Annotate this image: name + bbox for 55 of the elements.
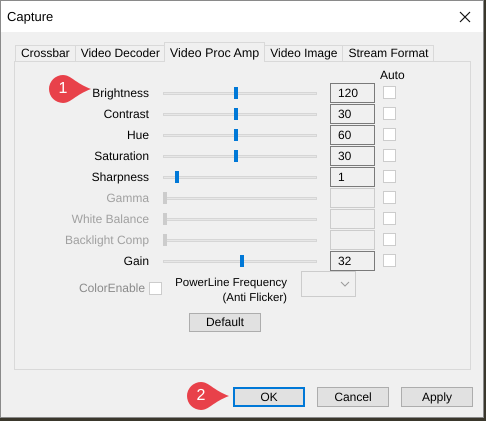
slider[interactable] (163, 108, 317, 120)
tab[interactable]: Video Proc Amp (164, 42, 266, 62)
slider-thumb[interactable] (234, 108, 238, 120)
value-field[interactable] (330, 208, 375, 228)
value-field[interactable] (330, 230, 375, 250)
chevron-down-icon (340, 281, 350, 287)
slider[interactable] (163, 192, 317, 204)
slider-thumb[interactable] (234, 128, 238, 140)
auto-checkbox[interactable] (383, 149, 396, 162)
dialog-button[interactable]: OK (233, 387, 305, 407)
property-label: White Balance (72, 210, 149, 228)
tab[interactable]: Video Image (264, 45, 344, 62)
slider[interactable] (163, 254, 317, 266)
slider[interactable] (163, 128, 317, 140)
value-field[interactable]: 30 (330, 146, 375, 166)
field-label: PowerLine Frequency (Anti Flicker) (174, 276, 287, 306)
property-label: Contrast (104, 106, 149, 122)
value-field[interactable]: 30 (330, 104, 375, 124)
slider-thumb[interactable] (234, 86, 238, 98)
slider[interactable] (163, 212, 317, 224)
callout-badge: 2 (187, 382, 229, 410)
value-field[interactable]: 32 (330, 250, 375, 270)
auto-checkbox[interactable] (383, 107, 396, 120)
slider[interactable] (163, 234, 317, 246)
window-title: Capture (7, 8, 54, 26)
auto-checkbox[interactable] (383, 254, 396, 267)
value-field[interactable] (330, 188, 375, 208)
callout-badge: 1 (49, 75, 91, 103)
property-label: Sharpness (92, 168, 149, 186)
slider[interactable] (163, 170, 317, 182)
column-header: Auto (380, 67, 405, 82)
auto-checkbox[interactable] (383, 86, 396, 99)
property-label: Gain (124, 252, 149, 270)
dialog-button[interactable]: Cancel (317, 387, 389, 407)
slider-thumb[interactable] (240, 254, 244, 266)
tab[interactable]: Stream Format (342, 45, 434, 62)
value-field[interactable]: 120 (330, 82, 375, 102)
slider[interactable] (163, 150, 317, 162)
slider-thumb[interactable] (175, 170, 179, 182)
tab[interactable]: Crossbar (15, 45, 76, 62)
close-icon[interactable] (459, 10, 471, 22)
checkbox-label: ColorEnable (78, 280, 145, 297)
property-label: Backlight Comp (64, 232, 149, 248)
property-label: Saturation (94, 148, 149, 164)
auto-checkbox[interactable] (383, 128, 396, 141)
default-button[interactable]: Default (189, 313, 261, 332)
dialog-button[interactable]: Apply (401, 387, 473, 407)
auto-checkbox[interactable] (383, 170, 396, 183)
slider-thumb[interactable] (234, 150, 238, 162)
value-field[interactable]: 60 (330, 124, 375, 144)
property-label: Brightness (92, 84, 149, 102)
property-label: Gamma (106, 190, 149, 206)
property-label: Hue (126, 126, 149, 144)
value-field[interactable]: 1 (330, 166, 375, 186)
slider[interactable] (163, 86, 317, 98)
